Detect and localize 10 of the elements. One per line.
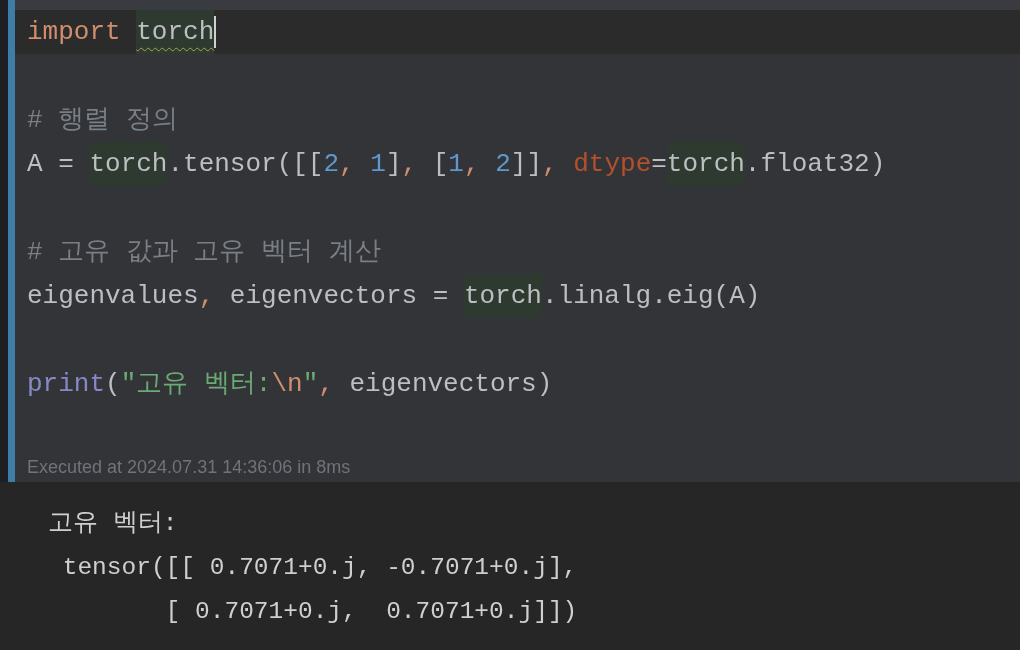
- output-line: 고유 벡터:: [48, 509, 178, 539]
- code-line: # 행렬 정의: [26, 104, 179, 137]
- output-line: [ 0.7071+0.j, 0.7071+0.j]]): [164, 597, 578, 627]
- code-line: print("고유 벡터:\n", eigenvectors): [26, 368, 554, 401]
- code-cell[interactable]: [0, 0, 1020, 482]
- output-line: tensor([[ 0.7071+0.j, -0.7071+0.j],: [61, 553, 578, 583]
- code-line: A = torch.tensor([[2, 1], [1, 2]], dtype=torch.float32): [15, 142, 1020, 186]
- code-line: # 고유 값과 고유 벡터 계산: [26, 236, 382, 269]
- execution-info: Executed at 2024.07.31 14:36:06 in 8ms: [26, 457, 352, 478]
- code-line: eigenvalues, eigenvectors = torch.linalg.eig(A): [15, 274, 1020, 318]
